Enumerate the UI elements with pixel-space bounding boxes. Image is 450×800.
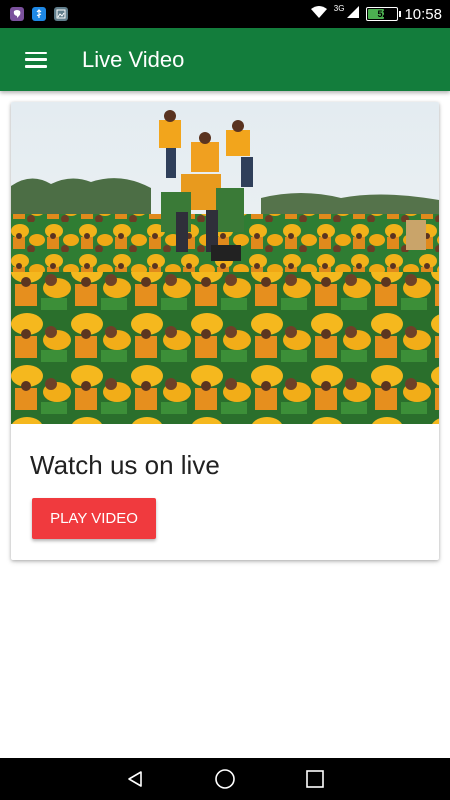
status-bar: 3G 52 10:58 xyxy=(0,0,450,28)
viber-icon xyxy=(10,7,24,21)
hamburger-icon xyxy=(25,51,47,68)
live-video-card: Watch us on live PLAY VIDEO xyxy=(11,102,439,560)
menu-button[interactable] xyxy=(0,28,72,91)
signal-icon xyxy=(346,5,360,23)
battery-level: 52 xyxy=(377,9,388,19)
battery-icon: 52 xyxy=(366,7,402,21)
page-title: Live Video xyxy=(82,46,185,72)
image-icon xyxy=(54,7,68,21)
network-type: 3G xyxy=(333,3,345,13)
usb-icon xyxy=(32,7,46,21)
home-icon[interactable] xyxy=(211,765,239,793)
card-title: Watch us on live xyxy=(30,450,220,480)
navigation-bar xyxy=(0,758,450,800)
system-status: 3G 52 10:58 xyxy=(310,0,442,28)
app-bar: Live Video xyxy=(0,28,450,91)
wifi-icon xyxy=(310,5,328,23)
crowd-photo xyxy=(11,102,439,424)
recents-icon[interactable] xyxy=(301,765,329,793)
back-icon[interactable] xyxy=(121,765,149,793)
play-video-button[interactable]: PLAY VIDEO xyxy=(32,498,156,539)
clock: 10:58 xyxy=(404,5,442,23)
notification-area xyxy=(0,7,68,21)
